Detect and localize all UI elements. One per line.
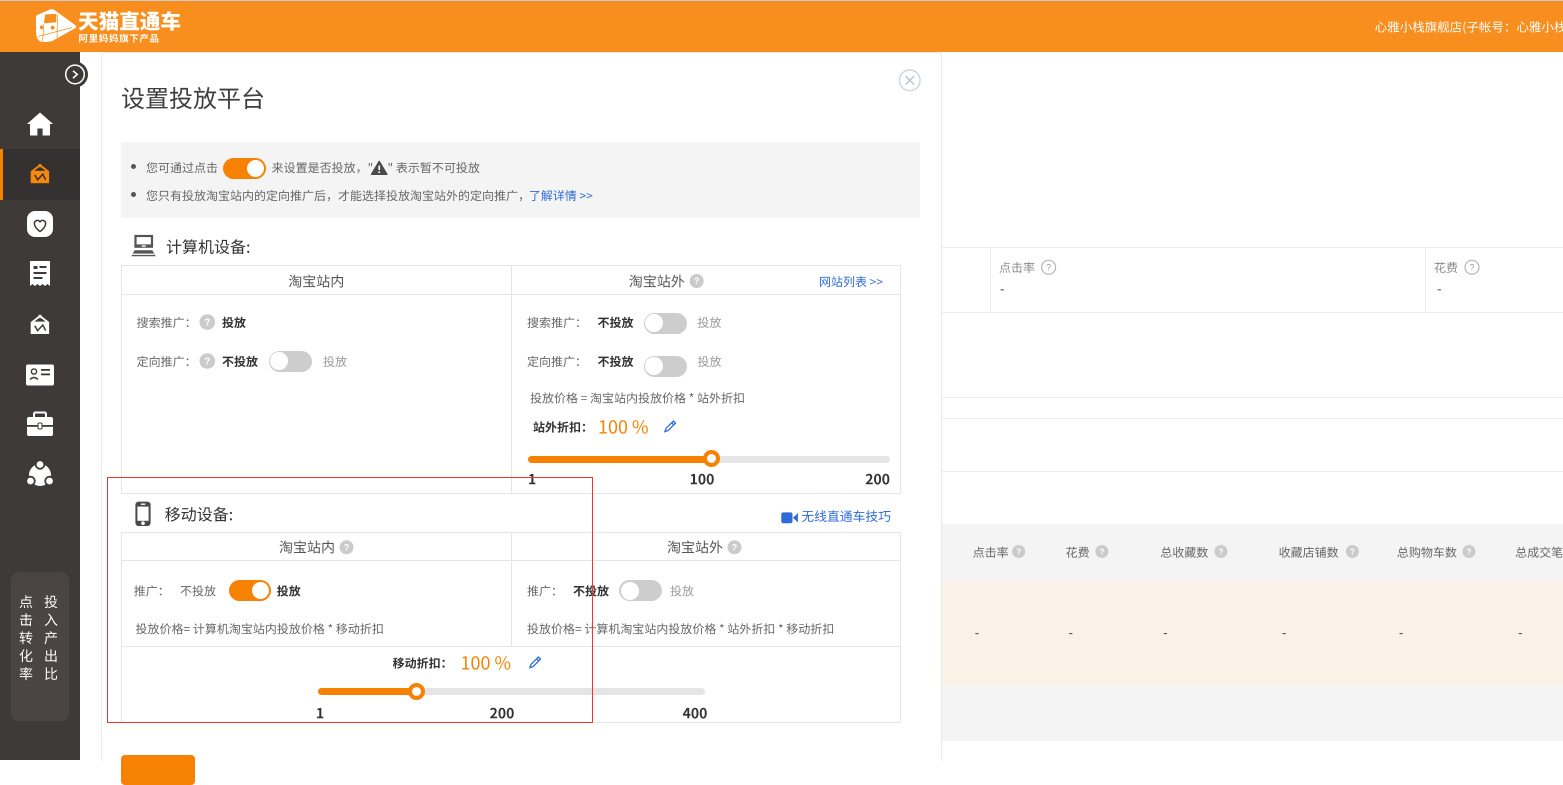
svg-text:?: ? — [1016, 547, 1021, 556]
svg-text:?: ? — [1099, 547, 1104, 556]
svg-text:?: ? — [1350, 547, 1355, 556]
svg-text:?: ? — [204, 357, 210, 368]
svg-text:?: ? — [1467, 547, 1472, 556]
svg-text:?: ? — [1046, 263, 1051, 273]
svg-text:?: ? — [1219, 547, 1224, 556]
svg-text:?: ? — [694, 276, 700, 286]
svg-text:?: ? — [1469, 263, 1474, 273]
svg-text:?: ? — [732, 543, 738, 553]
svg-text:?: ? — [204, 318, 210, 329]
